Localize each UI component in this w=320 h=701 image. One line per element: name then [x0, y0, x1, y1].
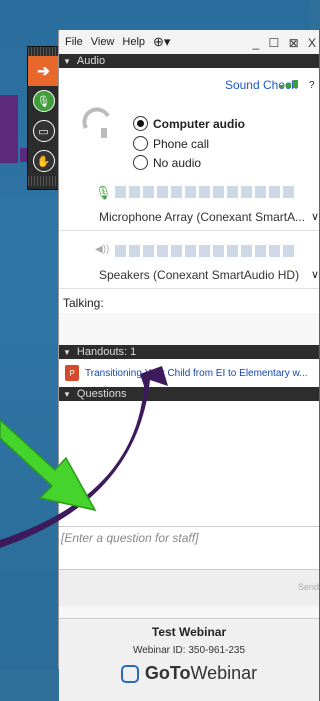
handout-title[interactable]: Transitioning Your Child from EI to Elem…: [85, 368, 308, 379]
audio-section-header[interactable]: ▼ Audio: [59, 54, 319, 68]
radio-no-audio[interactable]: No audio: [133, 155, 201, 170]
talking-label: Talking:: [63, 296, 104, 310]
divider: [59, 288, 319, 289]
pdf-icon: P: [65, 365, 79, 381]
screen-icon: ▭: [32, 120, 55, 142]
menu-view[interactable]: View: [91, 36, 115, 48]
webinar-footer: Test Webinar Webinar ID: 350-961-235 GoT…: [59, 618, 319, 701]
control-panel-strip: ➔ 🎙 ▭ ✋: [27, 46, 60, 190]
microphone-icon: 🎙: [32, 90, 55, 112]
goto-logo-icon: [120, 664, 139, 683]
menu-file[interactable]: File: [65, 36, 83, 48]
questions-log: [59, 401, 319, 526]
arrow-right-icon: ➔: [37, 63, 50, 80]
handouts-section-title: Handouts: 1: [76, 346, 137, 358]
collapse-triangle-icon: ▼: [63, 389, 71, 399]
speaker-device-select[interactable]: Speakers (Conexant SmartAudio HD): [99, 268, 299, 282]
radio-phone-call[interactable]: Phone call: [133, 136, 209, 151]
chevron-down-icon[interactable]: ∨: [311, 210, 319, 223]
gotowebinar-logo: GoToWebinar: [59, 663, 319, 684]
control-panel: File View Help ⊕▾ _ ☐ ⊠ X ▼ Audio Sound …: [58, 30, 319, 701]
webinar-id: Webinar ID: 350-961-235: [132, 645, 246, 656]
radio-button[interactable]: [133, 155, 148, 170]
window-controls[interactable]: _ ☐ ⊠ X: [253, 36, 320, 50]
radio-label: Computer audio: [153, 116, 245, 131]
chevron-down-icon[interactable]: ∨: [311, 268, 319, 281]
microphone-device-select[interactable]: Microphone Array (Conexant SmartA...: [99, 210, 305, 224]
drag-handle[interactable]: [28, 47, 59, 56]
audio-pane: Sound Check ? Computer audio Phone call …: [59, 68, 319, 313]
brand-webinar: Webinar: [190, 663, 258, 683]
questions-section-header[interactable]: ▼ Questions: [59, 387, 319, 401]
speaker-level-meter: [115, 245, 294, 257]
collapse-triangle-icon: ▼: [63, 347, 71, 357]
handouts-section-header[interactable]: ▼ Handouts: 1: [59, 345, 319, 359]
background-shape: [0, 95, 18, 163]
mic-toggle-button[interactable]: 🎙: [28, 86, 59, 116]
radio-label: No audio: [153, 155, 202, 170]
drag-handle[interactable]: [28, 176, 59, 186]
signal-bars-icon: ?: [279, 80, 315, 89]
radio-button[interactable]: [133, 116, 148, 131]
handout-item[interactable]: P Transitioning Your Child from EI to El…: [59, 359, 319, 387]
send-row: Send: [59, 570, 319, 606]
send-button[interactable]: Send: [298, 582, 319, 592]
divider: [59, 230, 319, 231]
audio-section-title: Audio: [76, 55, 106, 67]
globe-icon[interactable]: ⊕▾: [153, 34, 170, 50]
radio-label: Phone call: [153, 136, 210, 151]
questions-section-title: Questions: [76, 388, 127, 400]
speaker-level-icon: ◀)): [95, 244, 110, 255]
raise-hand-button[interactable]: ✋: [28, 146, 59, 176]
menu-help[interactable]: Help: [122, 36, 145, 48]
headset-icon: [82, 107, 110, 138]
svg-text:?: ?: [309, 80, 315, 89]
brand-goto: GoTo: [144, 663, 191, 683]
hand-icon: ✋: [32, 150, 55, 172]
show-hide-panel-button[interactable]: ➔: [28, 56, 59, 86]
webinar-title: Test Webinar: [151, 625, 227, 639]
menu-bar: File View Help ⊕▾ _ ☐ ⊠ X: [59, 30, 319, 54]
microphone-level-icon: 🎙: [95, 185, 112, 200]
collapse-triangle-icon: ▼: [63, 56, 71, 66]
microphone-level-meter: [115, 186, 294, 198]
question-input[interactable]: [Enter a question for staff]: [59, 526, 319, 570]
radio-button[interactable]: [133, 136, 148, 151]
screen-button[interactable]: ▭: [28, 116, 59, 146]
radio-computer-audio[interactable]: Computer audio: [133, 116, 245, 131]
